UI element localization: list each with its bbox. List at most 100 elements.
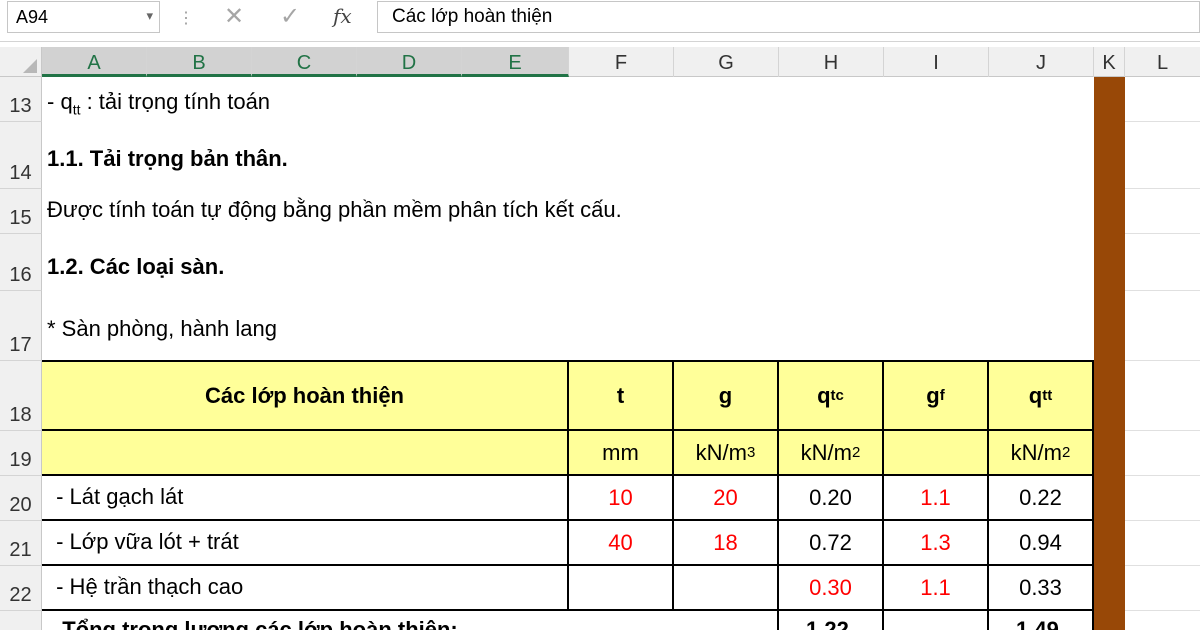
row-header-21[interactable]: 21 xyxy=(0,521,42,566)
cell-a16[interactable]: 1.2. Các loại sàn. xyxy=(47,254,224,280)
column-header-k[interactable]: K xyxy=(1094,47,1125,77)
header-unit-weight[interactable]: g xyxy=(674,362,779,431)
insert-function-icon[interactable]: fx xyxy=(333,4,352,28)
table-cell-g[interactable]: 20 xyxy=(674,476,779,521)
table-cell-qtt[interactable]: 0.33 xyxy=(989,566,1094,611)
row-header-23[interactable] xyxy=(0,611,42,630)
unit-unit-weight[interactable]: kN/m 3 xyxy=(674,431,779,476)
cell-a13[interactable]: - qtt : tải trọng tính toán xyxy=(47,89,270,117)
column-header-d[interactable]: D xyxy=(357,47,462,77)
cancel-icon[interactable]: ✕ xyxy=(224,2,244,31)
total-qtc-cell[interactable]: 1.22 xyxy=(779,611,884,630)
column-header-f[interactable]: F xyxy=(569,47,674,77)
name-box[interactable]: A94 ▾ xyxy=(7,1,160,33)
enter-check-icon[interactable]: ✓ xyxy=(280,2,300,31)
table-row-name[interactable]: - Hệ trần thạch cao xyxy=(42,566,569,611)
column-header-c[interactable]: C xyxy=(252,47,357,77)
column-k-fill[interactable] xyxy=(1094,77,1125,630)
row-header-19[interactable]: 19 xyxy=(0,431,42,476)
table-row-name[interactable]: - Lớp vữa lót + trát xyxy=(42,521,569,566)
unit-qtc-main: kN/m xyxy=(800,439,852,465)
cell-a14[interactable]: 1.1. Tải trọng bản thân. xyxy=(47,146,288,172)
formula-input[interactable]: Các lớp hoàn thiện xyxy=(377,1,1200,33)
cell-a15[interactable]: Được tính toán tự động bằng phần mềm phâ… xyxy=(47,197,622,223)
row-header-13[interactable]: 13 xyxy=(0,77,42,122)
unit-gf[interactable] xyxy=(884,431,989,476)
header-finish-layers[interactable]: Các lớp hoàn thiện xyxy=(42,362,569,431)
row-header-14[interactable]: 14 xyxy=(0,122,42,189)
total-qtt-cell[interactable]: 1.49 xyxy=(989,611,1094,630)
gridline xyxy=(1125,520,1200,521)
qtc-subscript: tc xyxy=(830,387,844,404)
row-header-17[interactable]: 17 xyxy=(0,291,42,361)
table-cell-qtt[interactable]: 0.22 xyxy=(989,476,1094,521)
total-label: Tổng trọng lượng các lớp hoàn thiện: xyxy=(50,617,458,630)
column-header-g[interactable]: G xyxy=(674,47,779,77)
unit-qtt-sup: 2 xyxy=(1061,444,1071,461)
qtt-main: q xyxy=(1028,382,1043,408)
row-number: 13 xyxy=(9,95,32,117)
gridline xyxy=(1125,430,1200,431)
gf-subscript: f xyxy=(939,387,945,404)
total-gf-cell[interactable] xyxy=(884,611,989,630)
column-header-e[interactable]: E xyxy=(462,47,569,77)
formula-value: Các lớp hoàn thiện xyxy=(392,6,553,27)
row-header-15[interactable]: 15 xyxy=(0,189,42,234)
column-header-i[interactable]: I xyxy=(884,47,989,77)
r13-prefix: - q xyxy=(47,89,73,114)
column-header-j[interactable]: J xyxy=(989,47,1094,77)
row-number: 19 xyxy=(9,449,32,471)
table-cell-t[interactable]: 40 xyxy=(569,521,674,566)
unit-qtt[interactable]: kN/m 2 xyxy=(989,431,1094,476)
gridline xyxy=(1125,188,1200,189)
row-header-22[interactable]: 22 xyxy=(0,566,42,611)
column-header-a[interactable]: A xyxy=(42,47,147,77)
total-row-label[interactable]: Tổng trọng lượng các lớp hoàn thiện: xyxy=(42,611,779,630)
unit-thickness[interactable]: mm xyxy=(569,431,674,476)
r13-suffix: : tải trọng tính toán xyxy=(80,89,271,114)
column-header-l[interactable]: L xyxy=(1125,47,1200,77)
row-number: 17 xyxy=(9,334,32,356)
name-box-value: A94 xyxy=(16,7,49,27)
header-qtc[interactable]: q tc xyxy=(779,362,884,431)
gf-main: g xyxy=(926,382,940,408)
gridline xyxy=(1125,121,1200,122)
formula-bar: A94 ▾ ⋮ ✕ ✓ fx Các lớp hoàn thiện xyxy=(0,0,1200,42)
table-cell-gf[interactable]: 1.1 xyxy=(884,566,989,611)
row-header-18[interactable]: 18 xyxy=(0,361,42,431)
chevron-down-icon[interactable]: ▾ xyxy=(146,8,153,24)
column-header-b[interactable]: B xyxy=(147,47,252,77)
table-cell-t[interactable]: 10 xyxy=(569,476,674,521)
table-cell-g[interactable] xyxy=(674,566,779,611)
table-row-name[interactable]: - Lát gạch lát xyxy=(42,476,569,521)
table-cell-qtc[interactable]: 0.72 xyxy=(779,521,884,566)
gridline xyxy=(1125,610,1200,611)
total-qtt: 1.49 xyxy=(1016,617,1059,630)
row-header-16[interactable]: 16 xyxy=(0,234,42,291)
table-cell-g[interactable]: 18 xyxy=(674,521,779,566)
units-blank-cell[interactable] xyxy=(42,431,569,476)
unit-g-sup: 3 xyxy=(746,444,756,461)
gridline xyxy=(1125,360,1200,361)
row-number: 15 xyxy=(9,207,32,229)
header-qtt[interactable]: q tt xyxy=(989,362,1094,431)
gridline xyxy=(1125,475,1200,476)
unit-qtc-sup: 2 xyxy=(851,444,861,461)
row-number: 18 xyxy=(9,404,32,426)
total-qtc: 1.22 xyxy=(806,617,849,630)
table-cell-gf[interactable]: 1.3 xyxy=(884,521,989,566)
header-gf[interactable]: gf xyxy=(884,362,989,431)
table-cell-t[interactable] xyxy=(569,566,674,611)
table-cell-qtc[interactable]: 0.20 xyxy=(779,476,884,521)
header-thickness[interactable]: t xyxy=(569,362,674,431)
unit-qtc[interactable]: kN/m 2 xyxy=(779,431,884,476)
drag-handle-icon[interactable]: ⋮ xyxy=(178,8,194,28)
table-cell-qtc[interactable]: 0.30 xyxy=(779,566,884,611)
cell-a17[interactable]: * Sàn phòng, hành lang xyxy=(47,316,277,342)
column-header-h[interactable]: H xyxy=(779,47,884,77)
table-cell-gf[interactable]: 1.1 xyxy=(884,476,989,521)
table-cell-qtt[interactable]: 0.94 xyxy=(989,521,1094,566)
select-all-corner[interactable] xyxy=(0,47,42,77)
row-header-20[interactable]: 20 xyxy=(0,476,42,521)
gridline xyxy=(1125,290,1200,291)
